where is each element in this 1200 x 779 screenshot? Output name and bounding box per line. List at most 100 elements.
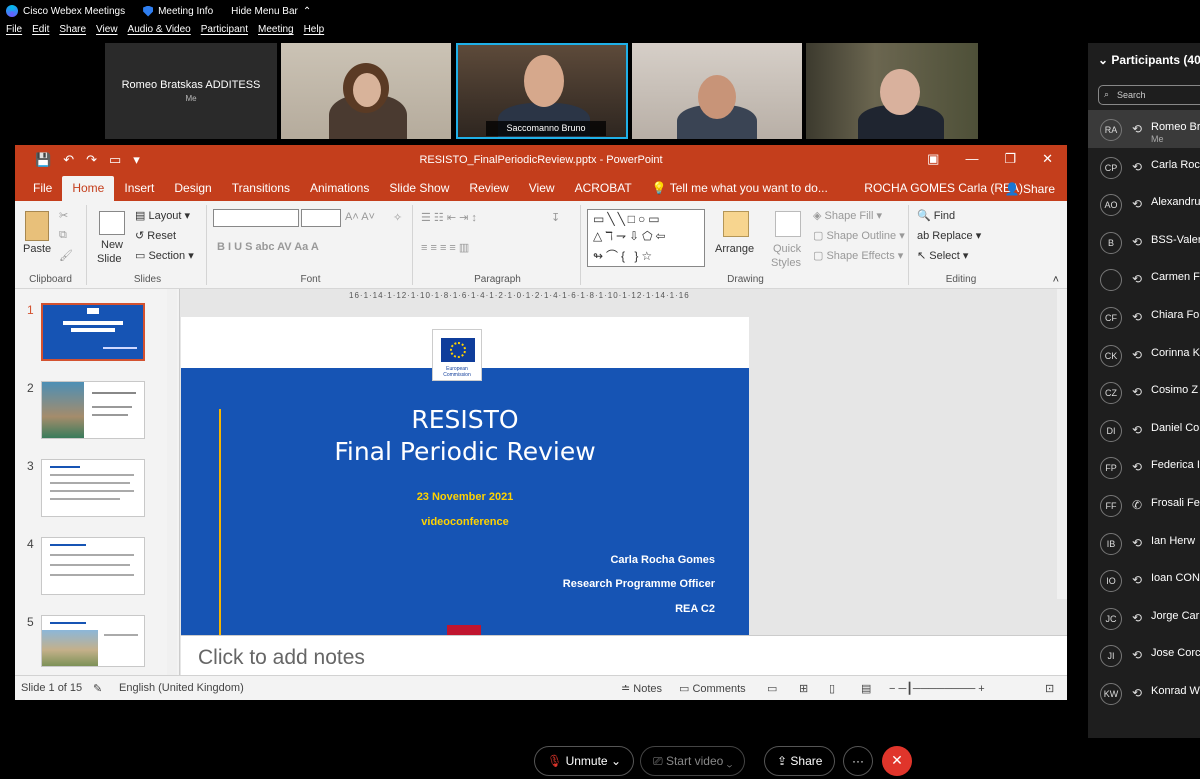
meeting-info-button[interactable]: Meeting Info (143, 5, 213, 17)
participant-video-tile[interactable] (632, 43, 802, 139)
font-size-buttons[interactable]: A˄ A˅ (345, 211, 375, 223)
menu-file[interactable]: File (6, 24, 22, 42)
close-icon[interactable]: ✕ (1042, 151, 1053, 167)
start-video-button[interactable]: ⎚ Start video ⌄ (640, 746, 746, 776)
shape-fill-button[interactable]: ◈ Shape Fill ▾ (813, 209, 882, 222)
tab-file[interactable]: File (23, 181, 62, 201)
menu-meeting[interactable]: Meeting (258, 24, 294, 42)
tell-me-search[interactable]: 💡 Tell me what you want to do... (642, 181, 838, 201)
font-name-field[interactable] (213, 209, 299, 227)
hide-menu-bar-button[interactable]: Hide Menu Bar ⌃ (231, 6, 311, 17)
quick-styles-button[interactable]: Quick (773, 243, 801, 255)
slideshow-view-icon[interactable]: ▤ (861, 682, 871, 695)
slide-thumbnail-4[interactable] (41, 537, 145, 595)
copy-icon[interactable]: ⧉ (59, 229, 67, 242)
leave-meeting-button[interactable]: ✕ (882, 746, 912, 776)
ribbon-display-icon[interactable]: ▣ (927, 151, 939, 167)
quick-styles-button-label2[interactable]: Styles (771, 257, 801, 269)
menu-participant[interactable]: Participant (201, 24, 248, 42)
paste-button[interactable]: Paste (23, 243, 51, 255)
spellcheck-icon[interactable]: ✎ (93, 682, 102, 695)
menu-audio-video[interactable]: Audio & Video (128, 24, 191, 42)
new-slide-button-label2[interactable]: Slide (97, 253, 121, 265)
menu-share[interactable]: Share (59, 24, 86, 42)
participants-header[interactable]: ⌄ Participants (40) (1098, 53, 1200, 67)
find-button[interactable]: 🔍 Find (917, 209, 955, 222)
cut-icon[interactable]: ✂ (59, 209, 68, 222)
font-size-field[interactable] (301, 209, 341, 227)
active-speaker-video-tile[interactable]: Saccomanno Bruno (456, 43, 628, 139)
normal-view-icon[interactable]: ▭ (767, 682, 777, 695)
new-slide-button[interactable]: New (101, 239, 123, 251)
current-slide[interactable]: European Commission RESISTO Final Period… (181, 317, 749, 635)
format-painter-icon[interactable]: 🖌 (59, 249, 73, 262)
tab-animations[interactable]: Animations (300, 181, 379, 201)
ppt-share-button[interactable]: 👤 Share (999, 180, 1061, 198)
participant-row[interactable]: FF ✆ Frosali Fe (1088, 486, 1200, 524)
tab-transitions[interactable]: Transitions (222, 181, 300, 201)
reading-view-icon[interactable]: ▯ (829, 682, 835, 695)
comments-toggle[interactable]: ▭ Comments (679, 682, 746, 695)
menu-view[interactable]: View (96, 24, 118, 42)
unmute-button[interactable]: 🎙 Unmute ⌄ (534, 746, 635, 776)
slide-thumbnail-1[interactable] (41, 303, 145, 361)
tab-home[interactable]: Home (62, 176, 115, 201)
replace-button[interactable]: ab Replace ▾ (917, 229, 981, 242)
font-style-buttons[interactable]: B I U S abc AV Aa A (217, 241, 319, 253)
participants-search[interactable]: ⌕ Search (1098, 85, 1200, 105)
participant-row[interactable]: RA ⟲ Romeo Br Me (1088, 110, 1200, 148)
self-video-tile[interactable]: Romeo Bratskas ADDITESS Me (105, 43, 277, 139)
participant-row[interactable]: CK ⟲ Corinna K (1088, 336, 1200, 374)
participant-video-tile[interactable] (281, 43, 451, 139)
text-direction-icon[interactable]: ↧ (551, 211, 560, 224)
tab-acrobat[interactable]: ACROBAT (565, 181, 642, 201)
collapse-ribbon-icon[interactable]: ˄ (1053, 274, 1059, 286)
select-button[interactable]: ↖ Select ▾ (917, 249, 968, 262)
share-content-button[interactable]: ⇪ Share (764, 746, 836, 776)
tab-design[interactable]: Design (164, 181, 221, 201)
language-indicator[interactable]: English (United Kingdom) (119, 682, 244, 694)
participant-row[interactable]: CZ ⟲ Cosimo Z (1088, 373, 1200, 411)
participant-row[interactable]: B ⟲ BSS-Valer (1088, 223, 1200, 261)
participant-video-tile[interactable] (806, 43, 978, 139)
slide-thumbnail-3[interactable] (41, 459, 145, 517)
participant-row[interactable]: CP ⟲ Carla Roc (1088, 148, 1200, 186)
thumbnails-scrollbar[interactable] (167, 289, 177, 675)
notes-toggle[interactable]: ≐ Notes (621, 682, 662, 695)
list-buttons[interactable]: ☰ ☷ ⇤ ⇥ ↕ (421, 211, 477, 224)
participant-row[interactable]: JC ⟲ Jorge Car (1088, 599, 1200, 637)
minimize-icon[interactable]: — (965, 151, 978, 167)
restore-icon[interactable]: ❐ (1004, 151, 1016, 167)
slide-thumbnail-2[interactable] (41, 381, 145, 439)
menu-edit[interactable]: Edit (32, 24, 49, 42)
tab-insert[interactable]: Insert (114, 181, 164, 201)
participant-row[interactable]: JI ⟲ Jose Corc (1088, 636, 1200, 674)
more-options-button[interactable]: ··· (843, 746, 873, 776)
slide-sorter-icon[interactable]: ⊞ (799, 682, 808, 695)
slide-thumbnail-5[interactable] (41, 615, 145, 667)
align-buttons[interactable]: ≡ ≡ ≡ ≡ ▥ (421, 241, 469, 254)
tab-review[interactable]: Review (459, 181, 518, 201)
canvas-vertical-scrollbar[interactable] (1057, 289, 1067, 599)
tab-slide-show[interactable]: Slide Show (379, 181, 459, 201)
shape-outline-button[interactable]: ▢ Shape Outline ▾ (813, 229, 905, 242)
participant-row[interactable]: DI ⟲ Daniel Co (1088, 411, 1200, 449)
participant-row[interactable]: FP ⟲ Federica I (1088, 448, 1200, 486)
clear-format-icon[interactable]: ✧ (393, 211, 402, 224)
participant-row[interactable]: KW ⟲ Konrad W (1088, 674, 1200, 712)
reset-button[interactable]: ↺ Reset (135, 229, 176, 242)
menu-help[interactable]: Help (304, 24, 325, 42)
arrange-button[interactable]: Arrange (715, 243, 754, 255)
participant-row[interactable]: CF ⟲ Chiara Fo (1088, 298, 1200, 336)
shape-effects-button[interactable]: ▢ Shape Effects ▾ (813, 249, 903, 262)
section-button[interactable]: ▭ Section ▾ (135, 249, 194, 262)
participant-row[interactable]: IO ⟲ Ioan CON (1088, 561, 1200, 599)
layout-button[interactable]: ▤ Layout ▾ (135, 209, 190, 222)
participant-row[interactable]: AO ⟲ Alexandru (1088, 185, 1200, 223)
fit-slide-icon[interactable]: ⊡ (1045, 682, 1054, 695)
tab-view[interactable]: View (519, 181, 565, 201)
notes-pane[interactable]: Click to add notes (181, 635, 1067, 675)
zoom-slider[interactable]: − ─┃──────── + (889, 682, 985, 695)
participant-row[interactable]: ⟲ Carmen F (1088, 260, 1200, 298)
participant-row[interactable]: IB ⟲ Ian Herw (1088, 524, 1200, 562)
